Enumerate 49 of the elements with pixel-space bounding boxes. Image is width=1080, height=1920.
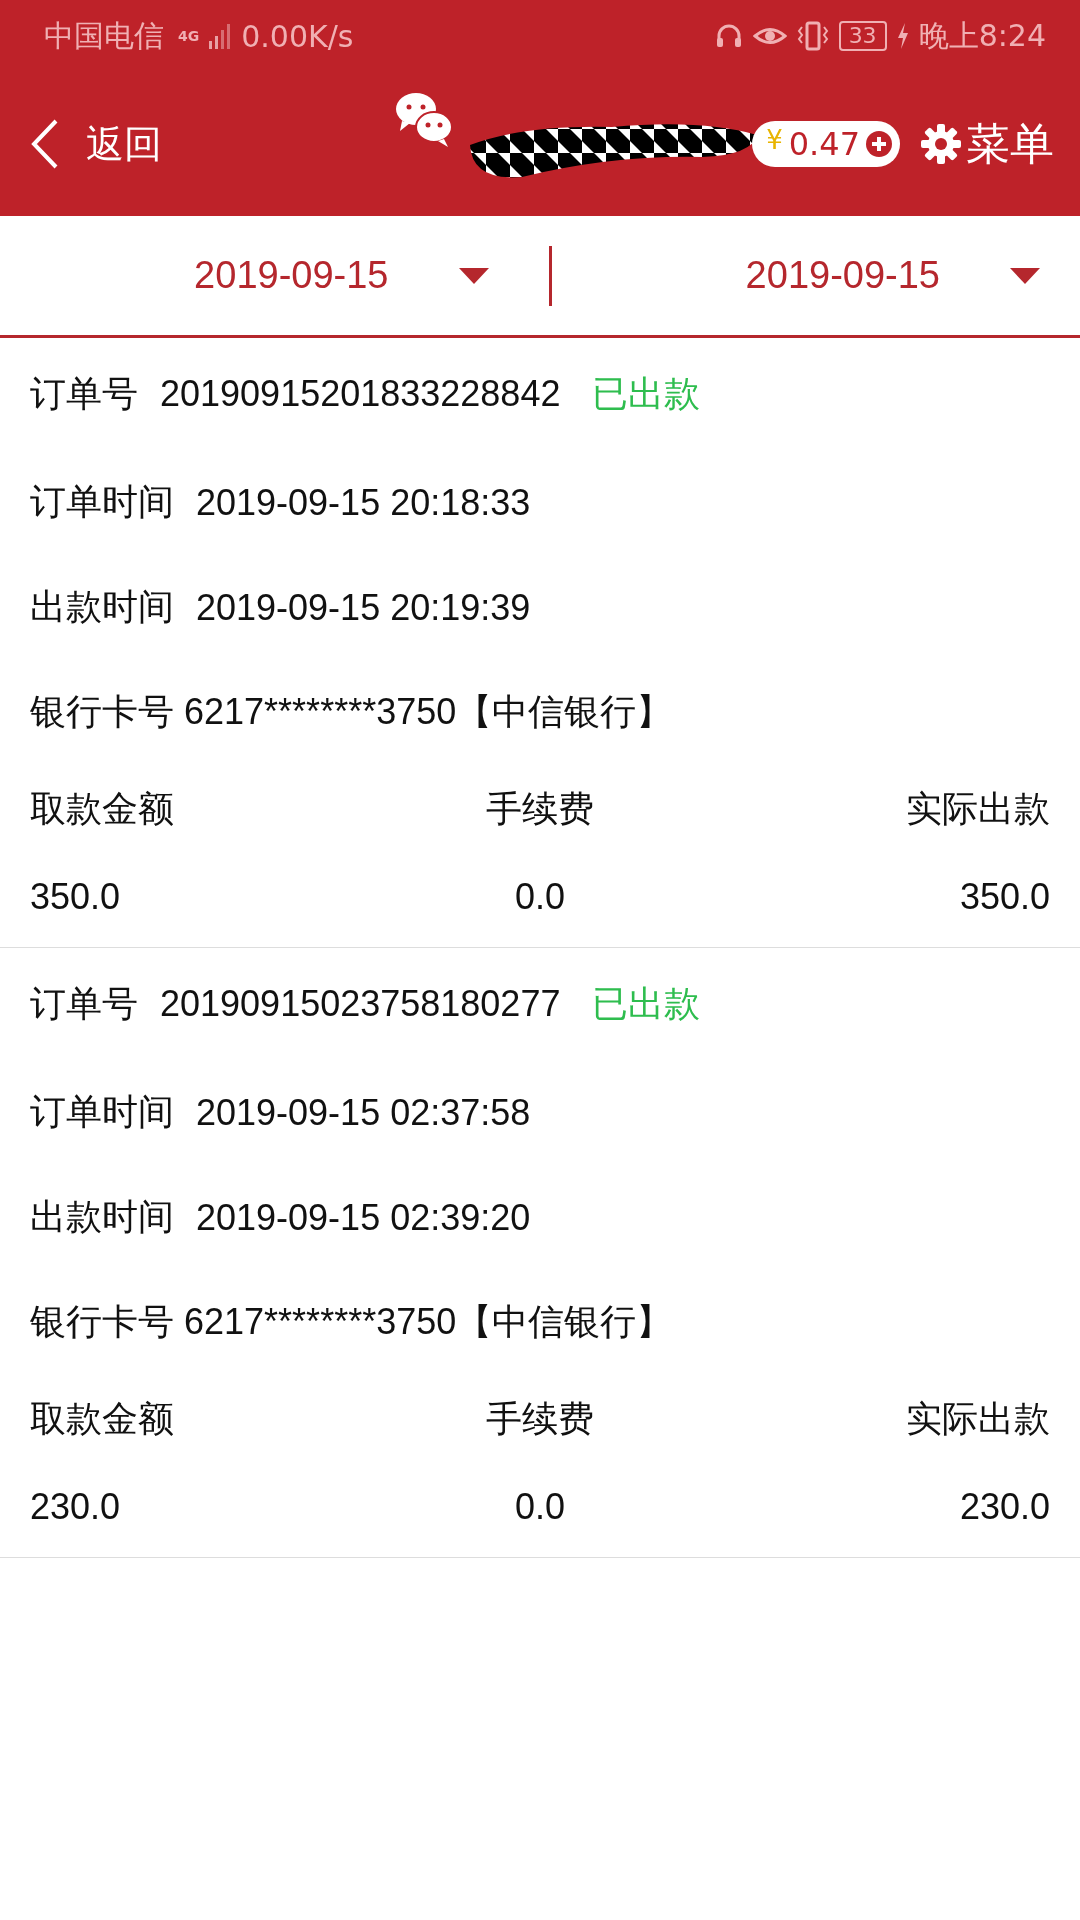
order-number-label: 订单号 — [30, 981, 138, 1026]
signal-icon — [209, 23, 232, 49]
column-label: 实际出款 — [905, 1396, 1050, 1441]
battery-level: 33 — [838, 21, 887, 51]
payout-time: 2019-09-15 02:39:20 — [196, 1196, 531, 1239]
menu-button[interactable]: 菜单 — [920, 114, 1054, 174]
column-label: 手续费 — [485, 1396, 595, 1441]
column-label: 取款金额 — [30, 786, 175, 831]
start-date-dropdown[interactable]: 2019-09-15 — [0, 254, 549, 297]
order-time-label: 订单时间 — [30, 480, 174, 524]
currency-symbol: ¥ — [766, 125, 783, 155]
column-label: 手续费 — [485, 786, 595, 831]
order-number: 20190915023758180277 — [160, 983, 561, 1025]
order-time: 2019-09-15 20:18:33 — [196, 481, 531, 524]
order-status: 已出款 — [592, 981, 701, 1026]
amount-value: 350.0 — [958, 876, 1050, 918]
bank-card-info: 银行卡号 6217********3750【中信银行】 — [30, 1300, 673, 1344]
order-time-label: 订单时间 — [30, 1090, 174, 1134]
network-speed: 0.00K/s — [241, 18, 354, 54]
caret-icon — [1010, 267, 1040, 284]
amount-value: 230.0 — [958, 1486, 1050, 1528]
amount-value: 0.0 — [513, 1486, 566, 1528]
carrier-name: 中国电信 — [44, 16, 164, 55]
column-label: 取款金额 — [30, 1396, 175, 1441]
order-number-label: 订单号 — [30, 371, 138, 416]
balance-amount: 0.47 — [788, 125, 860, 163]
order-status: 已出款 — [592, 371, 701, 416]
column-label: 实际出款 — [905, 786, 1050, 831]
end-date-dropdown[interactable]: 2019-09-15 — [551, 254, 1080, 297]
order-number: 20190915201833228842 — [160, 373, 561, 415]
amount-value: 230.0 — [30, 1486, 122, 1528]
payout-time-label: 出款时间 — [30, 585, 174, 629]
network-type: 4G — [178, 28, 200, 44]
amount-value: 350.0 — [30, 876, 122, 918]
back-button[interactable]: 返回 — [30, 118, 162, 170]
caret-icon — [458, 267, 489, 284]
gear-icon — [920, 123, 962, 165]
vibrate-icon — [796, 21, 829, 51]
bank-card-info: 银行卡号 6217********3750【中信银行】 — [30, 690, 673, 734]
payout-time: 2019-09-15 20:19:39 — [196, 586, 531, 629]
amount-value: 0.0 — [513, 876, 566, 918]
balance-pill[interactable]: ¥ 0.47 — [752, 121, 900, 167]
headphones-icon — [714, 22, 743, 50]
clock: 晚上8:24 — [918, 16, 1046, 55]
payout-time-label: 出款时间 — [30, 1195, 174, 1239]
add-icon — [866, 131, 892, 157]
chevron-left-icon — [30, 118, 60, 170]
charging-icon — [896, 23, 909, 49]
order-time: 2019-09-15 02:37:58 — [196, 1091, 531, 1134]
